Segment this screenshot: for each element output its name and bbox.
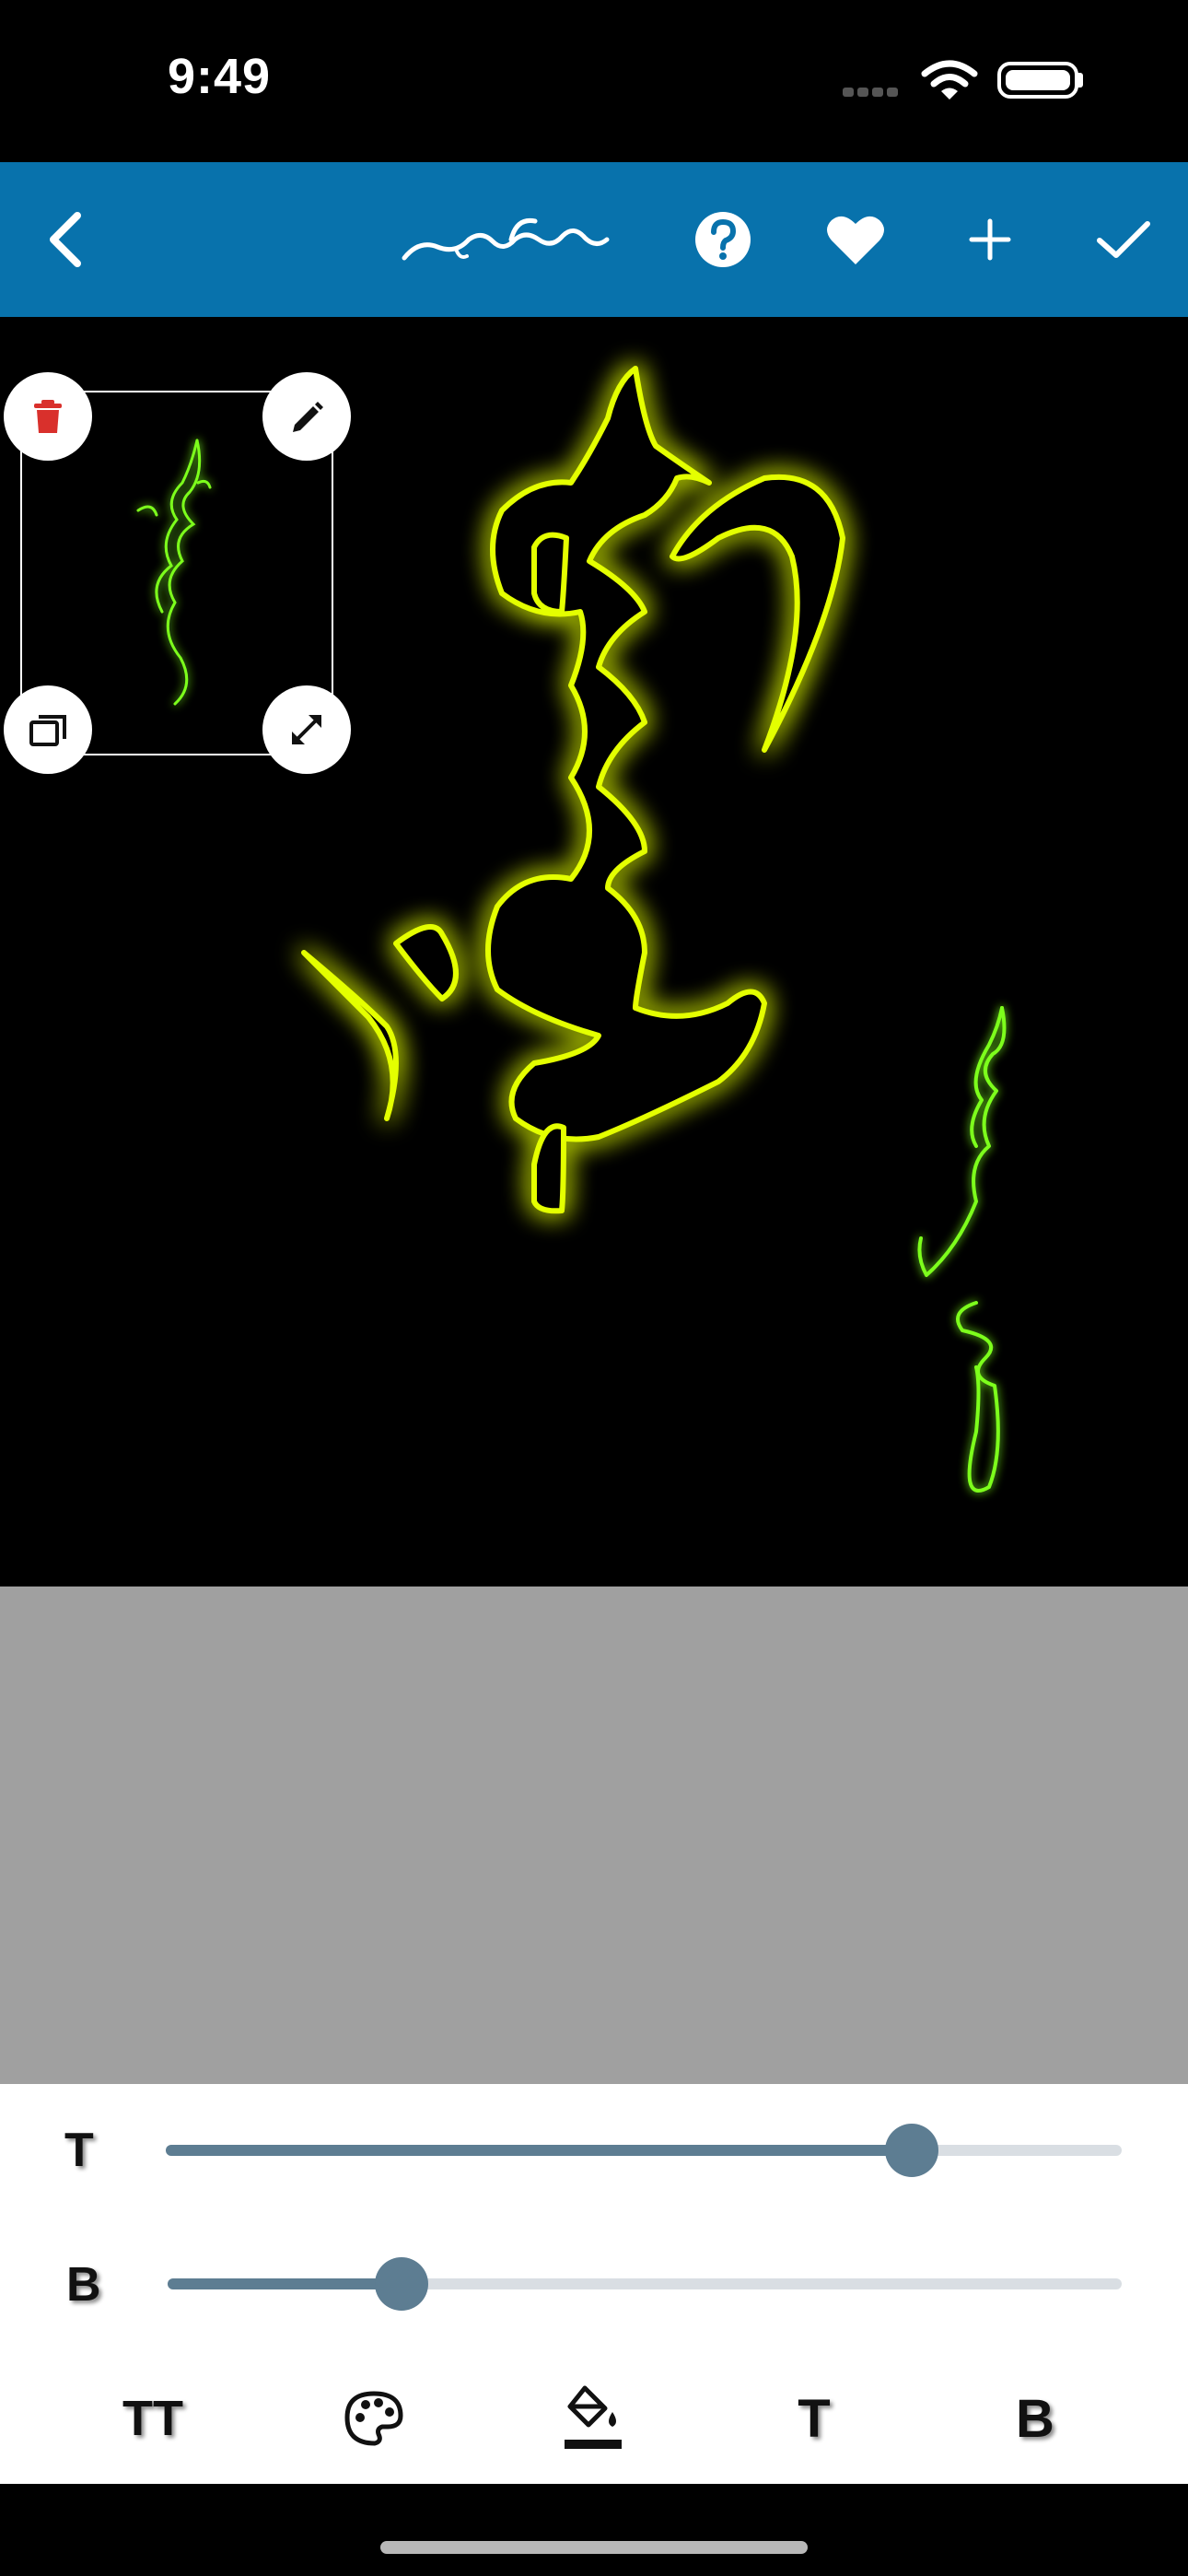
- favorite-button[interactable]: [814, 201, 897, 278]
- help-icon: [695, 212, 751, 267]
- text-style-tool[interactable]: T: [759, 2377, 869, 2460]
- slider-label-bold: B: [66, 2258, 101, 2312]
- text-opacity-slider[interactable]: [166, 2124, 1122, 2177]
- confirm-button[interactable]: [1079, 201, 1168, 278]
- duplicate-icon: [29, 715, 66, 746]
- border-width-slider[interactable]: [168, 2257, 1122, 2311]
- resize-icon: [292, 715, 321, 744]
- edit-icon: [293, 402, 323, 432]
- home-indicator[interactable]: [380, 2541, 808, 2554]
- bold-icon: B: [1016, 2388, 1054, 2449]
- fill-color-tool[interactable]: [538, 2377, 648, 2460]
- text-size-icon: TT: [122, 2391, 183, 2446]
- fill-color-icon: [565, 2385, 622, 2449]
- slider-fill: [168, 2278, 402, 2289]
- duplicate-layer-button[interactable]: [4, 685, 92, 774]
- color-tool[interactable]: [319, 2377, 429, 2460]
- status-time: 9:49: [168, 49, 272, 104]
- back-icon: [50, 212, 81, 267]
- slider-label-text: T: [64, 2124, 94, 2177]
- main-mongolian-glyph[interactable]: [301, 366, 845, 1214]
- wifi-icon: [921, 60, 978, 100]
- back-button[interactable]: [28, 201, 101, 278]
- delete-icon: [34, 400, 62, 433]
- slider-thumb[interactable]: [884, 2124, 938, 2177]
- edit-layer-button[interactable]: [262, 372, 351, 461]
- confirm-icon: [1097, 221, 1150, 258]
- help-button[interactable]: [681, 201, 764, 278]
- add-button[interactable]: [949, 201, 1031, 278]
- slider-thumb[interactable]: [374, 2257, 428, 2311]
- favorite-icon: [827, 216, 884, 264]
- empty-workspace: [0, 1587, 1188, 2084]
- battery-cap: [1077, 73, 1083, 88]
- small-mongolian-glyph[interactable]: [917, 1006, 1007, 1493]
- delete-layer-button[interactable]: [4, 372, 92, 461]
- slider-fill: [166, 2145, 912, 2156]
- mongolian-title-logo: [396, 201, 617, 278]
- text-style-icon: T: [798, 2388, 831, 2449]
- palette-icon: [344, 2391, 403, 2446]
- bold-tool[interactable]: B: [980, 2377, 1090, 2460]
- cell-signal-icon: [843, 85, 902, 101]
- resize-layer-button[interactable]: [262, 685, 351, 774]
- battery-icon: [997, 62, 1078, 99]
- add-icon: [969, 218, 1011, 261]
- app-header: [0, 162, 1188, 317]
- bottom-bar: [0, 2484, 1188, 2576]
- text-size-tool[interactable]: TT: [98, 2377, 208, 2460]
